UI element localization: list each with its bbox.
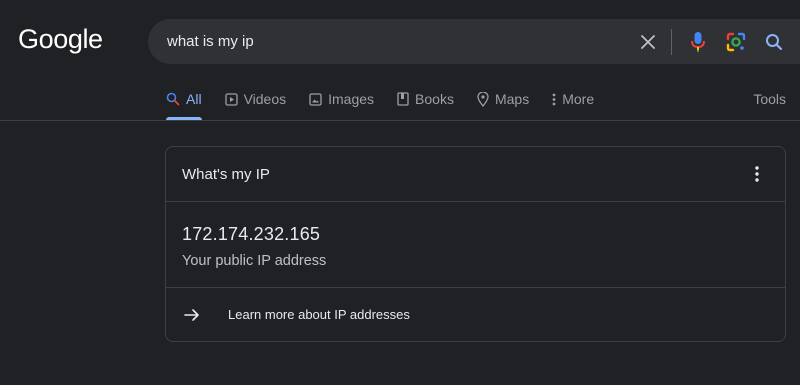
clear-icon[interactable] (636, 30, 660, 54)
arrow-right-icon (184, 308, 204, 322)
search-icon[interactable] (762, 30, 786, 54)
ip-address-value: 172.174.232.165 (182, 224, 321, 244)
tools-button[interactable]: Tools (753, 87, 786, 111)
book-icon (397, 92, 409, 106)
more-vert-icon (552, 93, 556, 106)
search-input[interactable] (148, 33, 622, 50)
tab-videos[interactable]: Videos (224, 87, 287, 111)
ip-answer-card: What's my IP 172.174.232.165 Your public… (165, 146, 786, 342)
google-logo[interactable]: Google (18, 24, 103, 55)
tools-label: Tools (753, 91, 786, 107)
tab-label: Maps (494, 91, 530, 107)
tab-more[interactable]: More (552, 87, 594, 111)
tab-label: More (562, 91, 595, 107)
tab-books[interactable]: Books (397, 87, 454, 111)
search-tabs: All Videos Images Books Maps More Tools (166, 87, 786, 120)
card-header: What's my IP (166, 147, 785, 202)
search-results-page: Google what is my ip All Videos Images B… (0, 0, 800, 385)
search-box[interactable] (148, 19, 800, 64)
tab-maps[interactable]: Maps (477, 87, 529, 111)
tab-all[interactable]: All (166, 87, 202, 120)
map-pin-icon (477, 91, 489, 107)
learn-more-label: Learn more about IP addresses (228, 307, 410, 322)
search-icon (166, 92, 180, 106)
learn-more-link[interactable]: Learn more about IP addresses (166, 288, 785, 341)
more-options-icon[interactable] (745, 162, 769, 186)
lens-icon[interactable] (724, 30, 748, 54)
tab-label: Videos (243, 91, 287, 107)
image-icon (309, 92, 322, 106)
ip-address-caption: Your public IP address (182, 253, 327, 269)
tab-label: Books (415, 91, 454, 107)
search-actions (622, 28, 800, 55)
tab-label: All (186, 91, 202, 107)
mic-icon[interactable] (686, 30, 710, 54)
card-title: What's my IP (182, 165, 270, 183)
tab-label: Images (328, 91, 375, 107)
search-divider (671, 28, 672, 55)
card-body: 172.174.232.165 Your public IP address (166, 202, 785, 288)
video-icon (224, 92, 238, 106)
header-divider (0, 120, 800, 121)
tab-images[interactable]: Images (309, 87, 374, 111)
